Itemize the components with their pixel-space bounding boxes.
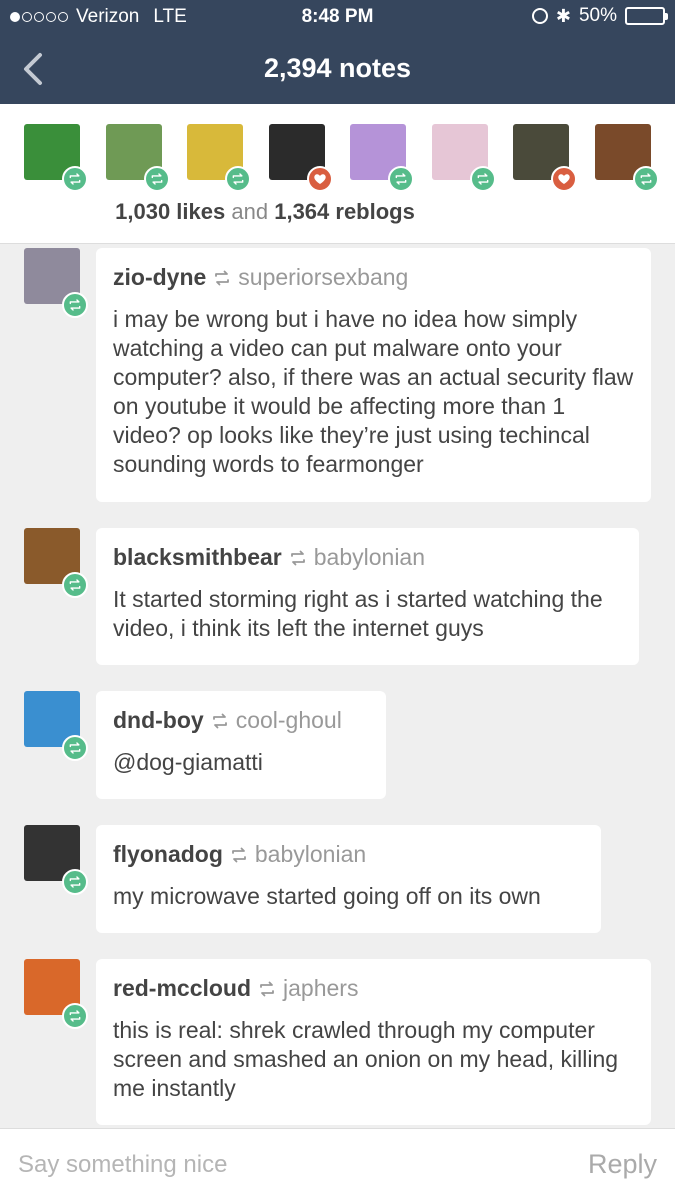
note-bubble: dnd-boy cool-ghoul @dog-giamatti xyxy=(96,691,386,799)
reblog-icon xyxy=(258,981,276,997)
heart-icon xyxy=(306,166,333,192)
bluetooth-icon: ✱ xyxy=(555,5,571,26)
reblog-badge-icon xyxy=(388,166,414,192)
avatar[interactable] xyxy=(513,124,577,192)
counts-conjunction: and xyxy=(231,199,269,224)
status-right: ✱ 50% xyxy=(531,5,668,27)
note-username[interactable]: dnd-boy xyxy=(113,707,204,734)
navigation-bar: Verizon LTE 8:48 PM ✱ 50% 2,394 notes xyxy=(0,0,675,104)
reblog-badge-icon xyxy=(469,166,496,192)
battery-icon xyxy=(625,7,668,25)
note-text: It started storming right as i started w… xyxy=(113,586,603,641)
note-username[interactable]: zio-dyne xyxy=(113,264,206,291)
reblog-icon xyxy=(289,550,307,566)
avatar[interactable] xyxy=(24,248,88,318)
heart-icon xyxy=(551,166,577,192)
avatar[interactable] xyxy=(431,124,496,192)
avatar[interactable] xyxy=(350,124,414,192)
reblog-icon xyxy=(230,847,248,863)
note-text: my microwave started going off on its ow… xyxy=(113,883,541,909)
note-text: @dog-giamatti xyxy=(113,749,263,775)
avatar[interactable] xyxy=(24,825,88,895)
note-text: this is real: shrek crawled through my c… xyxy=(113,1017,619,1101)
note-source[interactable]: babylonian xyxy=(255,841,366,868)
reblog-icon xyxy=(211,713,229,729)
reblog-badge-icon xyxy=(62,735,88,761)
avatar[interactable] xyxy=(105,124,170,192)
reblogs-count: 1,364 reblogs xyxy=(274,199,415,224)
notes-summary: 1,030 likes and 1,364 reblogs xyxy=(0,104,675,244)
reblog-badge-icon xyxy=(143,166,170,192)
reblog-badge-icon xyxy=(62,292,88,318)
status-bar: Verizon LTE 8:48 PM ✱ 50% xyxy=(0,0,675,34)
page-title: 2,394 notes xyxy=(263,53,412,83)
note-source[interactable]: babylonian xyxy=(314,544,425,571)
note-username[interactable]: flyonadog xyxy=(113,841,223,868)
note-username[interactable]: red-mccloud xyxy=(113,975,251,1002)
reblog-badge-icon xyxy=(632,166,659,192)
reblog-badge-icon xyxy=(62,572,88,598)
reply-bar: Say something nice Reply xyxy=(0,1128,675,1200)
note-bubble: blacksmithbear babylonian It started sto… xyxy=(96,528,639,665)
reply-input[interactable]: Say something nice xyxy=(18,1151,227,1179)
note-source[interactable]: cool-ghoul xyxy=(236,707,342,734)
battery-percent: 50% xyxy=(578,5,617,26)
note-bubble: zio-dyne superiorsexbang i may be wrong … xyxy=(96,248,651,502)
reblog-badge-icon xyxy=(62,1003,88,1029)
reblog-badge-icon xyxy=(225,166,251,192)
avatar[interactable] xyxy=(268,124,333,192)
note-bubble: flyonadog babylonian my microwave starte… xyxy=(96,825,601,933)
avatar[interactable] xyxy=(24,124,88,192)
notes-counts: 1,030 likes and 1,364 reblogs xyxy=(0,199,530,225)
note-source[interactable]: japhers xyxy=(283,975,358,1002)
note-text: i may be wrong but i have no idea how si… xyxy=(113,306,634,477)
avatar[interactable] xyxy=(594,124,659,192)
note-bubble: red-mccloud japhers this is real: shrek … xyxy=(96,959,651,1125)
reblog-badge-icon xyxy=(62,166,88,192)
alarm-icon xyxy=(531,8,548,24)
avatar[interactable] xyxy=(24,691,88,761)
recent-avatars xyxy=(24,124,664,194)
reblog-icon xyxy=(213,270,231,286)
reblog-badge-icon xyxy=(62,869,88,895)
avatar[interactable] xyxy=(24,528,88,598)
note-username[interactable]: blacksmithbear xyxy=(113,544,282,571)
avatar[interactable] xyxy=(187,124,251,192)
avatar[interactable] xyxy=(24,959,88,1029)
reply-button[interactable]: Reply xyxy=(588,1149,657,1180)
note-source[interactable]: superiorsexbang xyxy=(238,264,408,291)
likes-count: 1,030 likes xyxy=(115,199,226,224)
